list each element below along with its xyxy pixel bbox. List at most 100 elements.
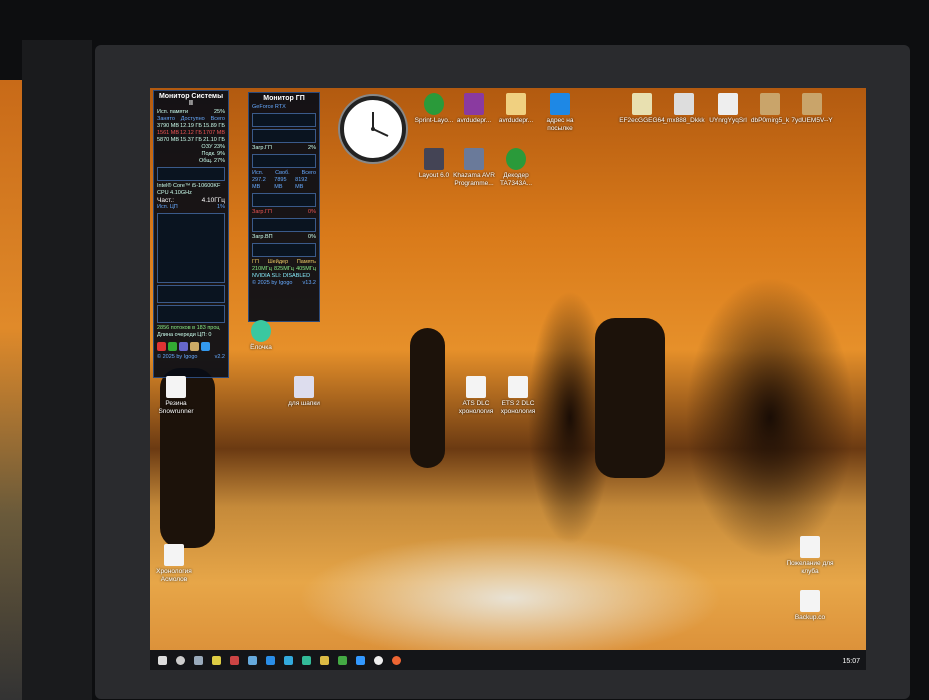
v: ОЗУ 23% [201,144,225,150]
hibernate-icon[interactable] [190,342,199,351]
v: 15.89 ГБ [203,123,225,129]
v: 12.19 ГБ [180,123,202,129]
file-icon [550,93,570,115]
gpu-monitor-gadget[interactable]: Монитор ГП GeForce RTX Загр.ГП 2% Исп. Сво… [248,92,320,322]
file-icon [424,148,444,170]
pct: 0% [308,209,316,215]
v: 3790 MB [157,123,180,129]
app-red-icon[interactable] [230,655,239,665]
files-icon[interactable] [302,655,311,665]
mem-pct: 25% [213,109,225,115]
pct: 2% [308,145,316,151]
app-circle-icon[interactable] [374,655,383,665]
v: 1561 MB [157,130,180,136]
freq-label: Част.: [157,197,175,204]
gpu-graph [252,218,316,232]
h: Всего [210,116,225,122]
clock-gadget[interactable] [340,96,406,162]
logoff-icon[interactable] [201,342,210,351]
desktop-icon-label: ETS 2 DLC хронология [500,400,536,415]
edge-icon[interactable] [266,655,275,665]
chrome-alt-icon[interactable] [338,655,347,665]
system-monitor-gadget[interactable]: Монитор Системы II Исп. памяти 25% Занято… [153,90,229,378]
file-icon [506,93,526,115]
desktop-icon-label: Декодер TA7343A... [499,172,533,187]
h: Своб. [275,170,290,176]
v: 12.12 ГБ [180,130,202,136]
desktop-icon[interactable]: Пожелание для клуба [784,536,836,575]
gpu-graph [252,113,316,127]
v: 15.37 ГБ [180,137,202,143]
restart-icon[interactable] [168,342,177,351]
taskbar[interactable] [150,650,866,670]
explorer-icon[interactable] [212,655,221,665]
v: 297.2 MB [252,177,266,190]
maps-icon[interactable] [356,655,365,665]
version: v2.2 [214,354,225,360]
desktop-icon-label: Пожелание для клуба [786,560,834,575]
gpu-name: GeForce RTX [252,104,286,110]
cpu-freq: CPU 4.10GHz [157,190,192,196]
desktop-icon[interactable]: Хронология Асмолов [150,544,200,583]
label: Загр.ВП [252,234,273,240]
label: Загр.ГП [252,145,272,151]
file-icon [800,590,820,612]
queue: Длина очереди ЦП: 0 [157,332,212,338]
monitor-icon[interactable] [284,655,293,665]
start-icon[interactable] [158,655,167,665]
chrome-icon[interactable] [320,655,329,665]
app-icon[interactable] [248,655,257,665]
gadget-title: Монитор ГП [263,95,305,102]
wallpaper-trunk [595,318,665,478]
power-icon[interactable] [157,342,166,351]
threads: 2856 потоков в 183 проц [157,325,220,331]
desktop-icon[interactable]: для шапки [278,376,330,408]
h: Доступно [180,116,205,122]
desktop-icon[interactable]: Backup.co [784,590,836,622]
desktop-icon[interactable]: 7ydUEM5V--Y [786,93,838,125]
desktop-icon[interactable]: Ёлочка [235,320,287,352]
footer[interactable]: © 2025 by Igogo [252,280,292,287]
h: Всего [301,170,316,176]
label: Загр.ГП [252,209,272,215]
desktop-icon-label: Backup.co [794,614,826,621]
cpu-pct: 1% [217,204,225,210]
h: Занято [157,116,175,122]
gadget-buttons[interactable] [157,342,225,351]
firefox-icon[interactable] [392,655,401,665]
desktop-icon-label: Хронология Асмолов [156,568,192,583]
cpu-name: Intel® Core™ i5-10600KF [157,183,221,189]
taskbar-clock[interactable]: 15:07 [842,658,860,665]
pct: 0% [308,234,316,240]
v: 825МГц [274,266,294,272]
desktop[interactable]: Монитор Системы II Исп. памяти 25% Занято… [150,88,866,670]
v: 8192 MB [295,177,308,190]
desktop-icon[interactable]: Декодер TA7343A... [490,148,542,187]
desktop-icon[interactable]: ETS 2 DLC хронология [492,376,544,415]
file-icon [632,93,652,115]
gadget-title: Монитор Системы II [158,93,224,107]
file-icon [164,544,184,566]
desktop-icon[interactable]: адрес на посылке [534,93,586,132]
file-icon [802,93,822,115]
mem-graph [157,167,225,181]
file-icon [508,376,528,398]
v: Подк. 9% [201,151,225,157]
file-icon [294,376,314,398]
h: ГП [252,259,259,265]
adjacent-monitor-bezel [22,40,92,700]
file-icon [466,376,486,398]
footer[interactable]: © 2025 by Igogo [157,354,197,361]
v: 21.10 ГБ [203,137,225,143]
cpu-graph-2 [157,305,225,323]
desktop-icon[interactable]: Резина Snowrunner [150,376,202,415]
v: 210МГц [252,266,272,272]
search-icon[interactable] [176,655,185,665]
file-icon [760,93,780,115]
file-icon [424,93,444,115]
gpu-graph [252,129,316,143]
sleep-icon[interactable] [179,342,188,351]
cpu-label: Исп. ЦП [157,204,178,210]
clock-face-icon [371,112,389,137]
calculator-icon[interactable] [194,655,203,665]
